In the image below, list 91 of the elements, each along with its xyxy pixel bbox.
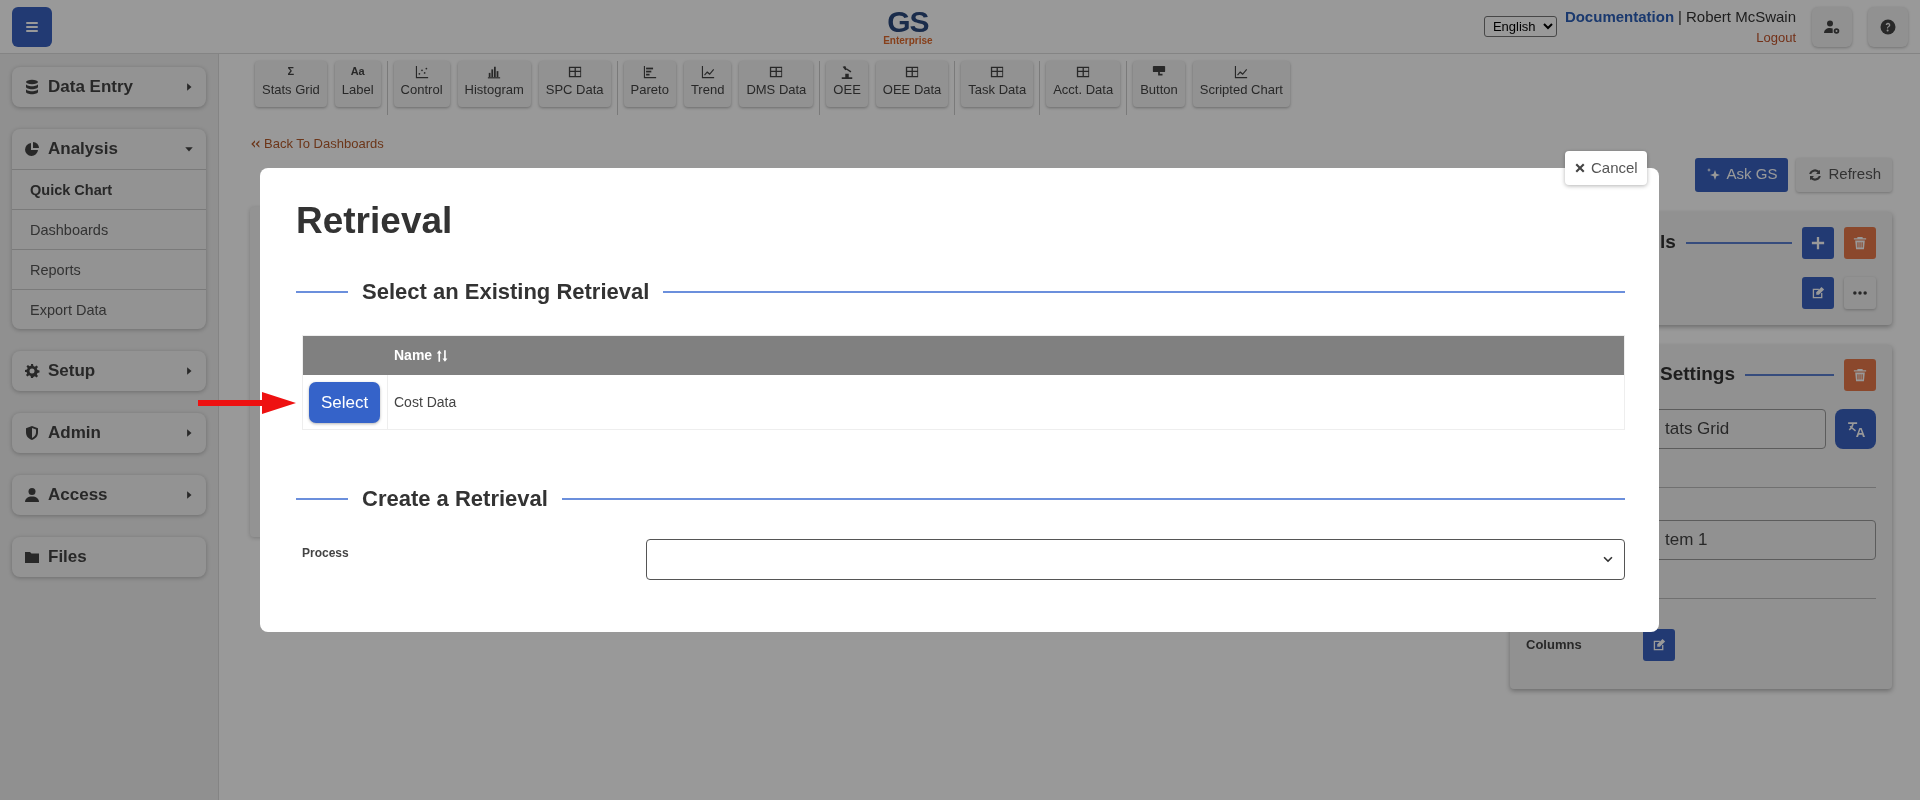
logo-subtitle: Enterprise [883,35,933,46]
database-icon [24,79,40,95]
sidebar-section[interactable]: Files [12,537,206,577]
bar-chart-icon [487,65,502,80]
panel-heading: ls [1660,230,1676,255]
sort-icon [436,348,450,363]
section-heading: Create a Retrieval [362,485,548,514]
dialog-title: Retrieval [296,199,454,243]
user-name: Robert McSwain [1685,6,1796,27]
person-icon [24,487,40,503]
columns-label: Columns [1526,635,1583,654]
documentation-link[interactable]: Documentation [1564,5,1675,28]
cancel-button[interactable]: Cancel [1565,151,1647,185]
toolbar-button[interactable]: Aa Label [334,61,381,107]
edit-icon [1652,637,1666,652]
process-label: Process [302,545,350,563]
table-icon [905,65,920,80]
toolbar-button[interactable]: Trend [683,61,732,107]
robot-arm-icon [840,65,855,80]
shield-icon [24,425,40,441]
caret-icon [184,82,194,92]
table-icon [1076,65,1091,80]
column-header[interactable]: Name [394,345,450,367]
toolbar-button[interactable]: Scripted Chart [1192,61,1290,107]
refresh-icon [1807,166,1824,183]
section-heading: Select an Existing Retrieval [362,278,650,307]
sidebar-section[interactable]: Data Entry [12,67,206,107]
process-select[interactable] [646,539,1625,581]
caret-icon [184,144,194,154]
table-icon [567,65,582,80]
caret-icon [184,366,194,376]
sidebar-item[interactable]: Reports [12,249,206,289]
toolbar-button[interactable]: Pareto [623,61,676,107]
delete-button[interactable] [1844,358,1876,391]
caret-icon [184,490,194,500]
refresh-button[interactable]: Refresh [1796,157,1892,192]
table-cell-text: Cost Data [393,392,457,412]
delete-button[interactable] [1844,226,1876,259]
language-select[interactable]: English [1483,16,1557,37]
ask-button[interactable]: Ask GS [1694,157,1789,192]
logo[interactable]: GS Enterprise [883,7,933,46]
sidebar-section[interactable]: Access [12,475,206,515]
logout-link[interactable]: Logout [1756,28,1796,48]
user-settings-button[interactable] [1812,6,1852,47]
toolbar-button[interactable]: Σ Stats Grid [255,61,327,107]
plus-icon [1811,235,1825,250]
help-icon [1880,18,1896,35]
folder-icon [24,549,40,565]
toolbar-button[interactable]: DMS Data [739,61,814,107]
sidebar-item[interactable]: Export Data [12,289,206,329]
menu-button[interactable] [12,6,52,47]
toolbar-button[interactable]: OEE Data [875,61,949,107]
sidebar-item[interactable]: Dashboards [12,209,206,249]
toolbar-button[interactable]: Acct. Data [1046,61,1121,107]
back-link[interactable]: Back To Dashboards [250,134,384,154]
toolbar-button[interactable]: OEE [826,61,868,107]
edit-icon [1811,285,1825,300]
toolbar-button[interactable]: Control [393,61,450,107]
logo-title: GS [887,7,929,36]
table-icon [769,65,784,80]
toolbar-button[interactable]: Task Data [961,61,1034,107]
line-chart-icon [700,65,715,80]
panel-heading: Settings [1660,362,1735,387]
help-button[interactable] [1868,6,1908,47]
translate-button[interactable] [1835,408,1876,449]
more-icon [1853,290,1867,295]
settings-icon [24,363,40,379]
trash-icon [1853,235,1867,250]
sidebar-section[interactable]: Setup [12,351,206,391]
toolbar-button[interactable]: SPC Data [538,61,611,107]
pareto-chart-icon [642,65,657,80]
sidebar-section[interactable]: Admin [12,413,206,453]
user-gear-icon [1824,18,1840,35]
edit-button[interactable] [1643,628,1675,661]
table-icon [990,65,1005,80]
sidebar-item[interactable]: Quick Chart [12,169,206,209]
add-button[interactable] [1802,226,1834,259]
sidebar-section[interactable]: Analysis [12,129,206,169]
trash-icon [1853,367,1867,382]
scatter-chart-icon [414,65,429,80]
close-icon [1574,162,1586,174]
more-button[interactable] [1844,276,1876,309]
caret-icon [184,428,194,438]
select-button[interactable]: Select [309,381,381,423]
toolbar-button[interactable]: Histogram [457,61,531,107]
toolbar-button[interactable]: Button [1133,61,1185,107]
double-chevron-icon [250,138,260,149]
separator: | [1678,6,1682,27]
line-chart-icon [1234,65,1249,80]
translate-icon [1846,419,1865,438]
pie-chart-icon [24,141,40,157]
